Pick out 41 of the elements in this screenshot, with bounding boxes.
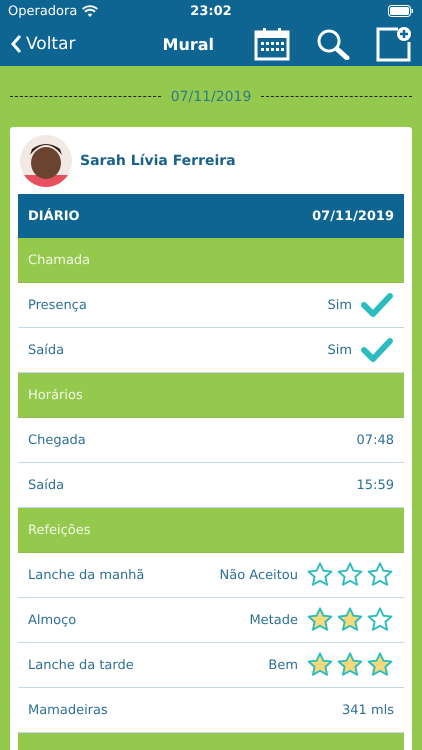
star-icon (366, 651, 394, 679)
row-label: Almoço (28, 612, 78, 628)
star-icon (336, 561, 364, 589)
star-icon (306, 606, 334, 634)
row-label: Horários (28, 388, 84, 402)
new-post-icon[interactable] (376, 26, 412, 62)
star-icon (366, 561, 394, 589)
row-value: 341 mls (342, 702, 394, 718)
row-label: Lanche da tarde (28, 658, 135, 672)
row-value: Sim (327, 342, 352, 358)
star-icon (336, 606, 364, 634)
date-divider: 07/11/2019 (170, 88, 252, 104)
row-label: Chegada (28, 432, 87, 448)
row-label: Chamada (28, 252, 92, 268)
row-label: Presença (28, 298, 88, 312)
carrier-name: Operadora (8, 4, 78, 18)
row-value: 15:59 (356, 478, 394, 492)
row-value: Sim (327, 298, 352, 312)
back-link[interactable]: Voltar (10, 34, 76, 54)
star-icon (336, 651, 364, 679)
chevron-left-icon (10, 34, 22, 54)
star-icon (366, 606, 394, 634)
row-label: Refeições (28, 522, 92, 538)
row-label: Mamadeiras (28, 702, 109, 718)
calendar-icon[interactable] (254, 27, 290, 61)
row-value: Metade (249, 612, 298, 628)
status-time: 23:02 (190, 4, 232, 18)
row-value: Não Aceitou (220, 568, 298, 582)
battery-icon (388, 5, 414, 17)
star-icon (306, 651, 334, 679)
row-label: Saída (28, 478, 66, 492)
star-icon (306, 561, 334, 589)
row-value: 07:48 (356, 432, 394, 448)
diary-header: DIÁRIO 07/11/2019 (18, 194, 404, 238)
row-label: Saída (28, 342, 66, 358)
screen-title: Mural (162, 34, 214, 54)
row-label: Lanche da manhã (28, 568, 146, 582)
wifi-icon (82, 5, 98, 17)
row-value: Bem (268, 658, 298, 672)
child-name: Sarah Lívia Ferreira (80, 152, 236, 168)
search-icon[interactable] (316, 28, 350, 60)
